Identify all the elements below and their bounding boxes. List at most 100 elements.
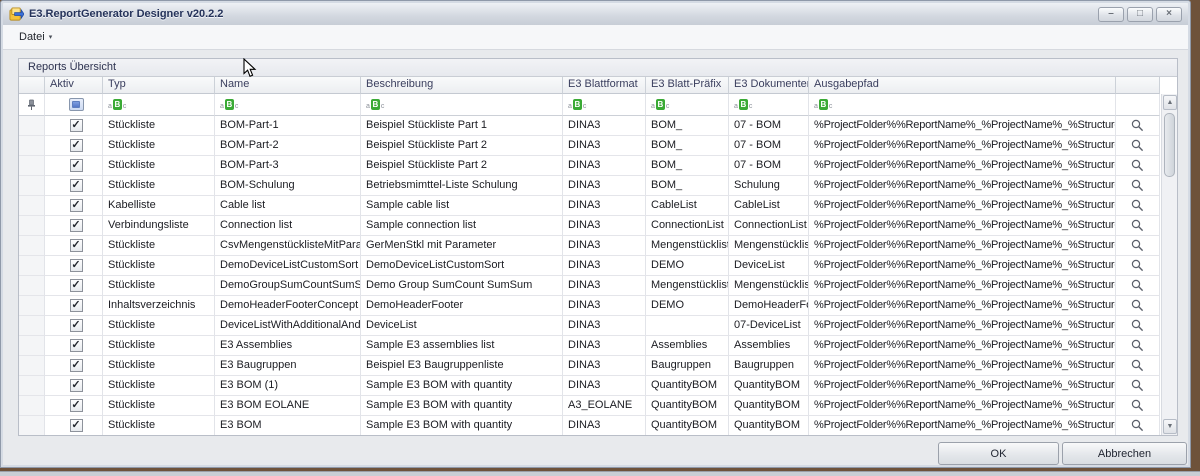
cell-dokumententyp[interactable]: QuantityBOM: [729, 396, 809, 416]
table-row[interactable]: ✓VerbindungslisteConnection listSample c…: [19, 216, 1161, 236]
table-row[interactable]: ✓StücklisteE3 BaugruppenBeispiel E3 Baug…: [19, 356, 1161, 376]
table-row[interactable]: ✓KabellisteCable listSample cable listDI…: [19, 196, 1161, 216]
checkbox-checked[interactable]: ✓: [70, 399, 83, 412]
cell-dokumententyp[interactable]: Mengenstückliste: [729, 276, 809, 296]
filter-pin-cell[interactable]: [19, 94, 45, 116]
cell-aktiv[interactable]: ✓: [45, 236, 103, 256]
cell-typ[interactable]: Stückliste: [103, 176, 215, 196]
cell-beschreibung[interactable]: Sample E3 assemblies list: [361, 336, 563, 356]
checkbox-checked[interactable]: ✓: [70, 119, 83, 132]
row-lookup-button[interactable]: [1116, 256, 1160, 276]
cell-name[interactable]: DeviceListWithAdditionalAndFitt...: [215, 316, 361, 336]
cell-dokumententyp[interactable]: QuantityBOM: [729, 416, 809, 435]
checkbox-checked[interactable]: ✓: [70, 259, 83, 272]
cell-dokumententyp[interactable]: CableList: [729, 196, 809, 216]
cell-blattformat[interactable]: DINA3: [563, 116, 646, 136]
cell-aktiv[interactable]: ✓: [45, 316, 103, 336]
cell-dokumententyp[interactable]: QuantityBOM: [729, 376, 809, 396]
cell-aktiv[interactable]: ✓: [45, 276, 103, 296]
cell-ausgabepfad[interactable]: %ProjectFolder%%ReportName%_%ProjectName…: [809, 176, 1116, 196]
cell-blattformat[interactable]: DINA3: [563, 256, 646, 276]
filter-input-typ[interactable]: aBc: [103, 94, 215, 116]
cell-typ[interactable]: Stückliste: [103, 376, 215, 396]
cell-blattformat[interactable]: DINA3: [563, 156, 646, 176]
cell-beschreibung[interactable]: Sample E3 BOM with quantity: [361, 416, 563, 435]
cell-ausgabepfad[interactable]: %ProjectFolder%%ReportName%_%ProjectName…: [809, 416, 1116, 435]
column-header-dokumententyp[interactable]: E3 Dokumentent...: [729, 77, 809, 94]
row-lookup-button[interactable]: [1116, 276, 1160, 296]
cell-typ[interactable]: Stückliste: [103, 316, 215, 336]
vertical-scrollbar[interactable]: ▲ ▼: [1161, 94, 1177, 435]
row-lookup-button[interactable]: [1116, 376, 1160, 396]
cell-blattformat[interactable]: A3_EOLANE: [563, 396, 646, 416]
cell-typ[interactable]: Stückliste: [103, 336, 215, 356]
cell-aktiv[interactable]: ✓: [45, 356, 103, 376]
cell-praefix[interactable]: CableList: [646, 196, 729, 216]
checkbox-checked[interactable]: ✓: [70, 279, 83, 292]
row-lookup-button[interactable]: [1116, 156, 1160, 176]
cell-blattformat[interactable]: DINA3: [563, 216, 646, 236]
cell-typ[interactable]: Verbindungsliste: [103, 216, 215, 236]
cell-beschreibung[interactable]: Beispiel Stückliste Part 2: [361, 156, 563, 176]
row-lookup-button[interactable]: [1116, 416, 1160, 435]
cell-praefix[interactable]: [646, 316, 729, 336]
row-lookup-button[interactable]: [1116, 336, 1160, 356]
table-row[interactable]: ✓StücklisteE3 BOM (1)Sample E3 BOM with …: [19, 376, 1161, 396]
row-lookup-button[interactable]: [1116, 216, 1160, 236]
row-lookup-button[interactable]: [1116, 396, 1160, 416]
cell-name[interactable]: BOM-Part-1: [215, 116, 361, 136]
cell-dokumententyp[interactable]: DemoHeaderFoo...: [729, 296, 809, 316]
filter-input-dokumententyp[interactable]: aBc: [729, 94, 809, 116]
cell-aktiv[interactable]: ✓: [45, 216, 103, 236]
checkbox-checked[interactable]: ✓: [70, 179, 83, 192]
cell-praefix[interactable]: ConnectionList: [646, 216, 729, 236]
cell-ausgabepfad[interactable]: %ProjectFolder%%ReportName%_%ProjectName…: [809, 236, 1116, 256]
cell-beschreibung[interactable]: Sample E3 BOM with quantity: [361, 376, 563, 396]
cell-aktiv[interactable]: ✓: [45, 376, 103, 396]
menu-datei[interactable]: Datei ▾: [11, 28, 60, 46]
cell-dokumententyp[interactable]: 07-DeviceList: [729, 316, 809, 336]
cell-praefix[interactable]: DEMO: [646, 296, 729, 316]
table-row[interactable]: ✓InhaltsverzeichnisDemoHeaderFooterConce…: [19, 296, 1161, 316]
filter-input-praefix[interactable]: aBc: [646, 94, 729, 116]
checkbox-checked[interactable]: ✓: [70, 359, 83, 372]
cell-praefix[interactable]: Assemblies: [646, 336, 729, 356]
cell-dokumententyp[interactable]: Assemblies: [729, 336, 809, 356]
column-header-beschreibung[interactable]: Beschreibung: [361, 77, 563, 94]
cell-blattformat[interactable]: DINA3: [563, 276, 646, 296]
cell-typ[interactable]: Stückliste: [103, 256, 215, 276]
cell-blattformat[interactable]: DINA3: [563, 356, 646, 376]
cell-aktiv[interactable]: ✓: [45, 296, 103, 316]
cell-praefix[interactable]: QuantityBOM: [646, 416, 729, 435]
cell-blattformat[interactable]: DINA3: [563, 296, 646, 316]
cell-aktiv[interactable]: ✓: [45, 156, 103, 176]
cell-beschreibung[interactable]: DeviceList: [361, 316, 563, 336]
cell-name[interactable]: E3 BOM EOLANE: [215, 396, 361, 416]
cell-beschreibung[interactable]: Sample cable list: [361, 196, 563, 216]
checkbox-checked[interactable]: ✓: [70, 339, 83, 352]
cell-typ[interactable]: Stückliste: [103, 116, 215, 136]
cell-dokumententyp[interactable]: ConnectionList: [729, 216, 809, 236]
table-row[interactable]: ✓StücklisteDemoDeviceListCustomSortDemoD…: [19, 256, 1161, 276]
cell-beschreibung[interactable]: Demo Group SumCount SumSum: [361, 276, 563, 296]
cell-dokumententyp[interactable]: 07 - BOM: [729, 156, 809, 176]
cell-typ[interactable]: Kabelliste: [103, 196, 215, 216]
cell-ausgabepfad[interactable]: %ProjectFolder%%ReportName%_%ProjectName…: [809, 116, 1116, 136]
cell-blattformat[interactable]: DINA3: [563, 336, 646, 356]
cell-ausgabepfad[interactable]: %ProjectFolder%%ReportName%_%ProjectName…: [809, 396, 1116, 416]
scroll-down-arrow[interactable]: ▼: [1163, 419, 1177, 434]
row-lookup-button[interactable]: [1116, 116, 1160, 136]
scrollbar-thumb[interactable]: [1164, 113, 1175, 177]
checkbox-checked[interactable]: ✓: [70, 219, 83, 232]
scroll-up-arrow[interactable]: ▲: [1163, 95, 1177, 110]
cell-beschreibung[interactable]: Beispiel E3 Baugruppenliste: [361, 356, 563, 376]
checkbox-checked[interactable]: ✓: [70, 419, 83, 432]
cell-typ[interactable]: Stückliste: [103, 416, 215, 435]
close-button[interactable]: ×: [1156, 7, 1182, 22]
cell-ausgabepfad[interactable]: %ProjectFolder%%ReportName%_%ProjectName…: [809, 136, 1116, 156]
cell-typ[interactable]: Stückliste: [103, 276, 215, 296]
cell-aktiv[interactable]: ✓: [45, 176, 103, 196]
cell-name[interactable]: E3 BOM (1): [215, 376, 361, 396]
cell-typ[interactable]: Stückliste: [103, 356, 215, 376]
table-row[interactable]: ✓StücklisteE3 BOM EOLANESample E3 BOM wi…: [19, 396, 1161, 416]
